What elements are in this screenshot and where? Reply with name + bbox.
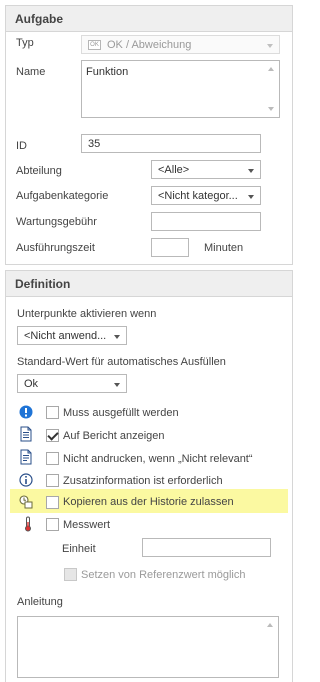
no-print-option-label: Nicht andrucken, wenn „Nicht relevant“ — [63, 453, 253, 465]
chevron-down-icon — [267, 44, 273, 48]
report-checkbox[interactable] — [46, 429, 59, 442]
info-icon — [19, 473, 33, 487]
id-field[interactable]: 35 — [81, 134, 261, 153]
abteilung-dropdown[interactable]: <Alle> — [151, 160, 261, 179]
info-checkbox[interactable] — [46, 474, 59, 487]
typ-dropdown[interactable]: OK OK / Abweichung — [81, 35, 280, 54]
zeit-unit-label: Minuten — [204, 242, 244, 254]
standard-value: Ok — [24, 378, 39, 390]
report-option-label: Auf Bericht anzeigen — [63, 430, 165, 442]
no-print-checkbox[interactable] — [46, 452, 59, 465]
typ-label: Typ — [16, 37, 34, 49]
aufgabe-section-header: Aufgabe — [5, 5, 293, 31]
name-label: Name — [16, 66, 46, 78]
thermometer-icon — [25, 516, 31, 532]
required-checkbox[interactable] — [46, 406, 59, 419]
ok-badge-icon: OK — [88, 40, 101, 50]
history-copy-option-label: Kopieren aus der Historie zulassen — [63, 496, 234, 508]
name-textarea[interactable]: Funktion — [81, 60, 280, 118]
kategorie-label: Aufgabenkategorie — [16, 190, 109, 202]
chevron-down-icon — [114, 335, 120, 339]
measurement-option-label: Messwert — [63, 519, 111, 531]
standard-dropdown[interactable]: Ok — [17, 374, 127, 393]
kategorie-dropdown[interactable]: <Nicht kategor... — [151, 186, 261, 205]
chevron-down-icon — [248, 195, 254, 199]
history-copy-checkbox[interactable] — [46, 496, 59, 509]
aufgabe-section-title: Aufgabe — [15, 12, 63, 26]
measurement-checkbox[interactable] — [46, 518, 59, 531]
einheit-field[interactable] — [142, 538, 271, 557]
required-option-label: Muss ausgefüllt werden — [63, 407, 179, 419]
name-value: Funktion — [86, 66, 129, 78]
scroll-down-icon[interactable] — [268, 107, 274, 111]
required-info-icon — [19, 405, 33, 419]
referenz-option-label: Setzen von Referenzwert möglich — [81, 569, 246, 581]
definition-section-title: Definition — [15, 277, 71, 291]
zeit-field[interactable] — [151, 238, 189, 257]
unterpunkte-dropdown[interactable]: <Nicht anwend... — [17, 326, 127, 345]
kategorie-value: <Nicht kategor... — [158, 190, 238, 202]
standard-label: Standard-Wert für automatisches Ausfülle… — [17, 356, 226, 368]
zeit-label: Ausführungszeit — [16, 242, 95, 254]
einheit-label: Einheit — [62, 543, 96, 555]
scroll-up-icon[interactable] — [268, 67, 274, 71]
typ-value: OK / Abweichung — [107, 39, 192, 51]
chevron-down-icon — [248, 169, 254, 173]
anleitung-textarea[interactable] — [17, 616, 279, 678]
info-option-label: Zusatzinformation ist erforderlich — [63, 475, 223, 487]
history-copy-icon — [19, 495, 33, 509]
gebuehr-field[interactable] — [151, 212, 261, 231]
scroll-up-icon[interactable] — [267, 623, 273, 627]
id-value: 35 — [88, 138, 101, 150]
unterpunkte-value: <Nicht anwend... — [24, 330, 107, 342]
no-print-icon — [20, 449, 32, 465]
abteilung-label: Abteilung — [16, 165, 62, 177]
anleitung-label: Anleitung — [17, 596, 63, 608]
unterpunkte-label: Unterpunkte aktivieren wenn — [17, 308, 157, 320]
abteilung-value: <Alle> — [158, 164, 190, 176]
chevron-down-icon — [114, 383, 120, 387]
gebuehr-label: Wartungsgebühr — [16, 216, 97, 228]
referenz-checkbox[interactable] — [64, 568, 77, 581]
definition-section-header: Definition — [5, 270, 293, 296]
id-label: ID — [16, 140, 27, 152]
report-icon — [20, 426, 32, 442]
